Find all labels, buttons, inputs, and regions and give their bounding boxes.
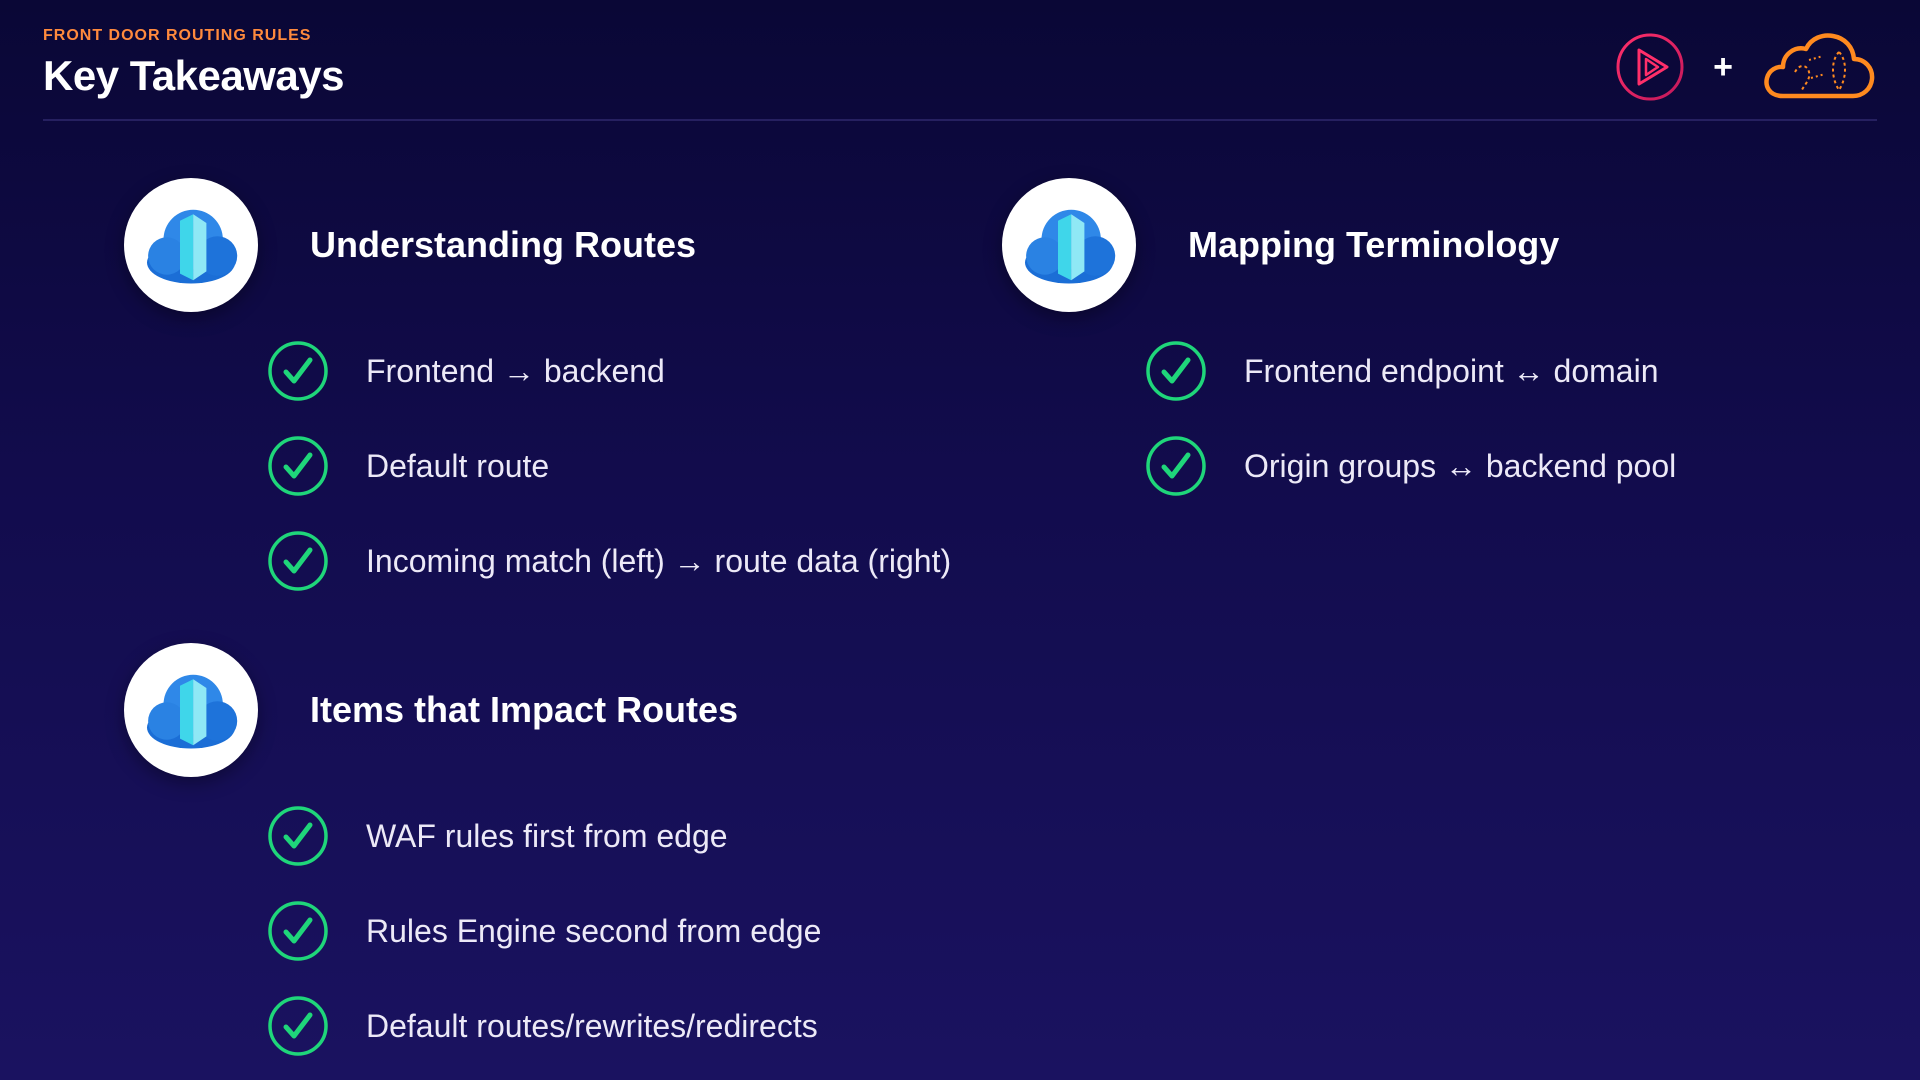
section-understanding-routes: Understanding Routes Frontend → backend … — [124, 178, 951, 608]
brand-logos: + — [1615, 30, 1877, 104]
cloud-logo-icon — [1764, 33, 1875, 99]
section-items-impact-routes: Items that Impact Routes WAF rules first… — [124, 643, 821, 1073]
item-text: Frontend endpoint ↔ domain — [1244, 352, 1659, 389]
item-text: Incoming match (left) → route data (righ… — [366, 542, 952, 579]
item-text: Default route — [366, 447, 550, 484]
checkmark-icon — [267, 530, 329, 592]
section-title: Items that Impact Routes — [310, 689, 739, 730]
checkmark-icon — [1145, 435, 1207, 497]
page-title: Key Takeaways — [43, 52, 344, 99]
section-title: Understanding Routes — [310, 224, 697, 265]
header: FRONT DOOR ROUTING RULES Key Takeaways — [43, 26, 344, 100]
list-item: Default routes/rewrites/redirects — [267, 978, 821, 1073]
azure-front-door-icon — [1014, 190, 1124, 300]
section-title: Mapping Terminology — [1188, 224, 1560, 265]
list-item: Incoming match (left) → route data (righ… — [267, 513, 951, 608]
checkmark-icon — [267, 805, 329, 867]
checkmark-icon — [1145, 340, 1207, 402]
item-text: Default routes/rewrites/redirects — [366, 1007, 818, 1044]
list-item: Default route — [267, 418, 951, 513]
checkmark-icon — [267, 340, 329, 402]
item-text: Rules Engine second from edge — [366, 912, 822, 949]
checkmark-icon — [267, 900, 329, 962]
section-header: Items that Impact Routes — [124, 643, 821, 777]
section-header: Understanding Routes — [124, 178, 951, 312]
checkmark-icon — [267, 995, 329, 1057]
list-item: Frontend → backend — [267, 323, 951, 418]
list-item: Frontend endpoint ↔ domain — [1145, 323, 1676, 418]
section-badge — [124, 178, 258, 312]
list-item: Rules Engine second from edge — [267, 883, 821, 978]
pluralsight-play-icon — [1616, 33, 1684, 101]
takeaway-list: WAF rules first from edge Rules Engine s… — [267, 788, 821, 1073]
list-item: Origin groups ↔ backend pool — [1145, 418, 1676, 513]
checkmark-icon — [267, 435, 329, 497]
section-badge — [124, 643, 258, 777]
section-mapping-terminology: Mapping Terminology Frontend endpoint ↔ … — [1002, 178, 1676, 513]
section-badge — [1002, 178, 1136, 312]
eyebrow-label: FRONT DOOR ROUTING RULES — [43, 27, 312, 44]
header-divider — [43, 119, 1877, 121]
plus-sign: + — [1713, 48, 1733, 86]
takeaway-list: Frontend → backend Default route Incomin… — [267, 323, 951, 608]
item-text: Origin groups ↔ backend pool — [1244, 447, 1677, 484]
item-text: WAF rules first from edge — [366, 817, 728, 854]
item-text: Frontend → backend — [366, 352, 665, 389]
azure-front-door-icon — [136, 655, 246, 765]
list-item: WAF rules first from edge — [267, 788, 821, 883]
section-header: Mapping Terminology — [1002, 178, 1676, 312]
azure-front-door-icon — [136, 190, 246, 300]
takeaway-list: Frontend endpoint ↔ domain Origin groups… — [1145, 323, 1676, 513]
